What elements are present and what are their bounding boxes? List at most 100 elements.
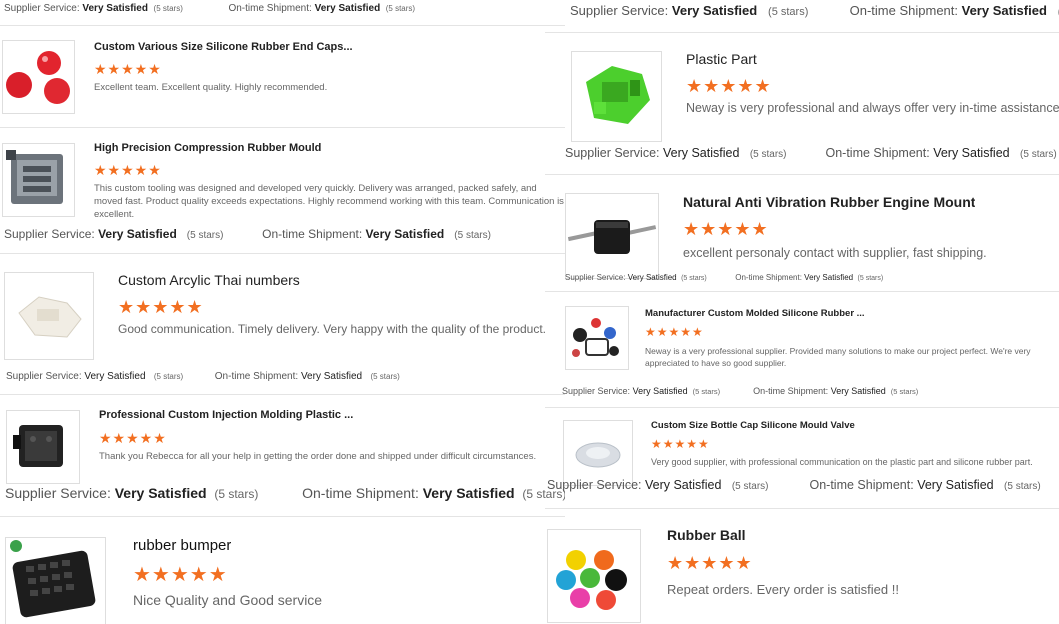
rating-stars: ★★★★★ — [667, 553, 753, 573]
supplier-service-label: Supplier Service: — [547, 478, 642, 492]
supplier-service-stars: (5 stars) — [768, 6, 809, 18]
supplier-service-label: Supplier Service: — [4, 3, 80, 14]
rating-row: Supplier Service: Very Satisfied (5 star… — [6, 371, 400, 382]
review-comment: Thank you Rebecca for all your help in g… — [99, 451, 537, 462]
shipment-value: Very Satisfied — [422, 485, 515, 501]
review-comment: This custom tooling was designed and dev… — [94, 183, 564, 220]
product-thumbnail-silicone-parts[interactable] — [565, 306, 629, 370]
review-title[interactable]: Manufacturer Custom Molded Silicone Rubb… — [645, 308, 865, 319]
review-comment: excellent personaly contact with supplie… — [683, 246, 987, 260]
review-column-right: Supplier Service: Very Satisfied (5 star… — [545, 0, 1059, 624]
review-comment: Repeat orders. Every order is satisfied … — [667, 582, 899, 597]
shipment-label: On-time Shipment: — [214, 371, 299, 382]
product-thumbnail-acrylic[interactable] — [4, 272, 94, 360]
supplier-service-label: Supplier Service: — [565, 273, 626, 282]
product-thumbnail-rubber-bumper[interactable] — [5, 537, 106, 624]
product-thumbnail-mould[interactable] — [2, 143, 75, 217]
shipment-value: Very Satisfied — [961, 3, 1047, 18]
shipment-value: Very Satisfied — [314, 3, 381, 14]
review-title[interactable]: Professional Custom Injection Molding Pl… — [99, 409, 353, 421]
review-card: Professional Custom Injection Molding Pl… — [0, 395, 565, 516]
rating-row: Supplier Service: Very Satisfied (5 star… — [547, 478, 1041, 492]
supplier-service-value: Very Satisfied — [114, 485, 207, 501]
supplier-service-label: Supplier Service: — [562, 386, 631, 396]
rating-row: Supplier Service: Very Satisfied (5 star… — [4, 227, 491, 241]
supplier-service-value: Very Satisfied — [662, 146, 740, 160]
review-comment: Good communication. Timely delivery. Ver… — [118, 322, 546, 336]
product-thumbnail-end-caps[interactable] — [2, 40, 75, 114]
rating-stars: ★★★★★ — [94, 61, 162, 77]
shipment-stars: (5 stars) — [1004, 481, 1041, 492]
review-title[interactable]: Custom Size Bottle Cap Silicone Mould Va… — [651, 420, 855, 431]
supplier-service-stars: (5 stars) — [681, 275, 707, 282]
review-title[interactable]: Custom Various Size Silicone Rubber End … — [94, 41, 353, 53]
shipment-value: Very Satisfied — [917, 478, 994, 492]
review-column-left: Supplier Service: Very Satisfied (5 star… — [0, 0, 565, 624]
shipment-value: Very Satisfied — [830, 386, 886, 396]
rating-row: Supplier Service: Very Satisfied (5 star… — [565, 273, 883, 282]
rating-stars: ★★★★★ — [118, 297, 204, 317]
rating-stars: ★★★★★ — [99, 430, 167, 446]
rating-row: Supplier Service: Very Satisfied (5 star… — [565, 146, 1057, 160]
rating-row: Supplier Service: Very Satisfied (5 star… — [570, 3, 1059, 18]
review-card: rubber bumper ★★★★★ Nice Quality and Goo… — [0, 517, 565, 624]
shipment-stars: (5 stars) — [857, 275, 884, 282]
shipment-label: On-time Shipment: — [809, 478, 914, 492]
supplier-service-stars: (5 stars) — [186, 230, 224, 241]
product-thumbnail-injection-part[interactable] — [6, 410, 80, 484]
review-comment: Excellent team. Excellent quality. Highl… — [94, 82, 328, 93]
supplier-service-stars: (5 stars) — [214, 487, 259, 501]
rating-stars: ★★★★★ — [683, 219, 769, 239]
supplier-service-value: Very Satisfied — [644, 478, 722, 492]
shipment-stars: (5 stars) — [454, 230, 491, 241]
review-card: High Precision Compression Rubber Mould … — [0, 128, 565, 253]
supplier-service-stars: (5 stars) — [692, 387, 721, 396]
rating-row: Supplier Service: Very Satisfied (5 star… — [4, 3, 415, 14]
supplier-service-value: Very Satisfied — [671, 3, 758, 18]
supplier-service-stars: (5 stars) — [749, 149, 787, 160]
shipment-value: Very Satisfied — [365, 227, 445, 241]
supplier-service-label: Supplier Service: — [565, 146, 660, 160]
supplier-service-value: Very Satisfied — [98, 227, 177, 241]
shipment-stars: (5 stars) — [385, 4, 416, 13]
review-title[interactable]: Natural Anti Vibration Rubber Engine Mou… — [683, 194, 975, 210]
supplier-service-value: Very Satisfied — [82, 3, 148, 14]
rating-stars: ★★★★★ — [94, 162, 162, 178]
review-title[interactable]: Custom Arcylic Thai numbers — [118, 272, 300, 288]
review-card: Natural Anti Vibration Rubber Engine Mou… — [545, 175, 1059, 291]
supplier-service-label: Supplier Service: — [5, 485, 111, 501]
review-title[interactable]: rubber bumper — [133, 537, 231, 554]
shipment-label: On-time Shipment: — [825, 146, 930, 160]
review-title[interactable]: Rubber Ball — [667, 527, 746, 543]
supplier-service-stars: (5 stars) — [731, 481, 769, 492]
review-card: Custom Size Bottle Cap Silicone Mould Va… — [545, 408, 1059, 508]
shipment-stars: (5 stars) — [1020, 149, 1057, 160]
product-thumbnail-plastic-part[interactable] — [571, 51, 662, 142]
review-title[interactable]: High Precision Compression Rubber Mould — [94, 142, 321, 154]
shipment-label: On-time Shipment: — [735, 273, 802, 282]
shipment-label: On-time Shipment: — [753, 386, 829, 396]
shipment-stars: (5 stars) — [890, 387, 919, 396]
supplier-service-value: Very Satisfied — [84, 371, 146, 382]
shipment-label: On-time Shipment: — [302, 485, 419, 501]
review-comment: Very good supplier, with professional co… — [651, 457, 1033, 467]
review-comment: Neway is a very professional supplier. P… — [645, 346, 1031, 368]
product-thumbnail-rubber-ball[interactable] — [547, 529, 641, 623]
rating-row: Supplier Service: Very Satisfied (5 star… — [562, 386, 918, 396]
supplier-service-stars: (5 stars) — [153, 4, 183, 13]
review-card: Plastic Part ★★★★★ Neway is very profess… — [545, 33, 1059, 174]
product-thumbnail-engine-mount[interactable] — [565, 193, 659, 279]
shipment-value: Very Satisfied — [300, 371, 363, 382]
rating-stars: ★★★★★ — [686, 76, 772, 96]
review-comment: Neway is very professional and always of… — [686, 101, 1059, 115]
rating-stars: ★★★★★ — [651, 437, 710, 451]
shipment-label: On-time Shipment: — [228, 3, 312, 14]
review-comment: Nice Quality and Good service — [133, 592, 323, 608]
product-thumbnail-valve[interactable] — [563, 420, 633, 486]
shipment-value: Very Satisfied — [804, 273, 854, 282]
supplier-service-stars: (5 stars) — [153, 372, 184, 381]
supplier-service-label: Supplier Service: — [6, 371, 82, 382]
review-title[interactable]: Plastic Part — [686, 51, 757, 67]
shipment-stars: (5 stars) — [370, 372, 400, 381]
shipment-value: Very Satisfied — [933, 146, 1010, 160]
